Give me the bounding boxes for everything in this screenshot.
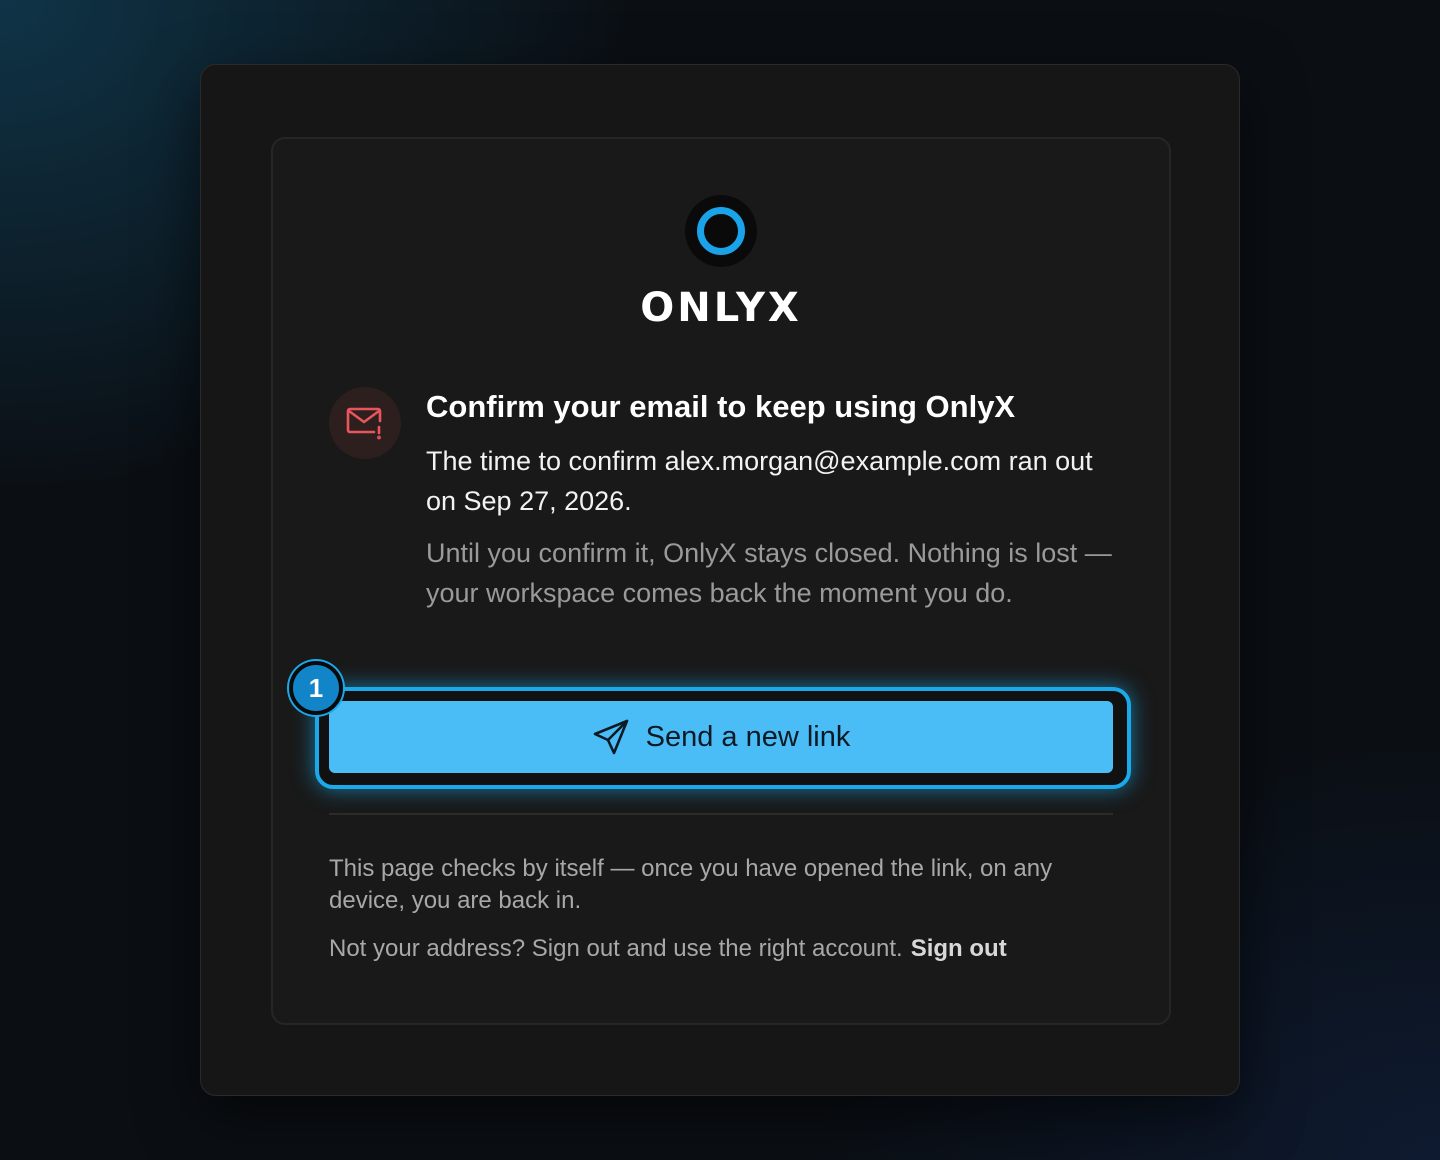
confirm-email-card: ONLYX Confirm your email to keep using O… [271, 137, 1171, 1025]
divider [329, 813, 1113, 815]
step-badge: 1 [289, 661, 343, 715]
sign-out-link[interactable]: Sign out [911, 935, 1007, 962]
logo-ring [697, 207, 745, 255]
mail-alert-icon [329, 387, 401, 459]
brand-name: ONLYX [640, 285, 802, 331]
wrong-address-text: Not your address? Sign out and use the r… [329, 935, 903, 962]
notice-title: Confirm your email to keep using OnlyX [426, 389, 1016, 424]
dialog-window: ONLYX Confirm your email to keep using O… [200, 64, 1240, 1096]
onlyx-logo-icon [685, 195, 757, 267]
notice-sub: Until you confirm it, OnlyX stays closed… [426, 538, 1112, 608]
send-icon [593, 719, 628, 755]
send-button-label: Send a new link [645, 720, 851, 753]
wrong-address-note: Not your address? Sign out and use the r… [329, 933, 1113, 965]
auto-check-note: This page checks by itself — once you ha… [329, 855, 1053, 914]
notice-lead: The time to confirm alex.morgan@example.… [426, 446, 1093, 516]
notice-content: Confirm your email to keep using OnlyX T… [426, 387, 1116, 613]
send-new-link-button[interactable]: Send a new link [329, 701, 1113, 773]
